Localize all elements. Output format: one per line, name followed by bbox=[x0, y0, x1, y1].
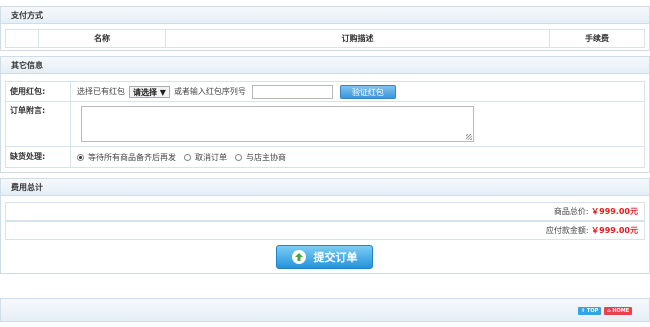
goods-total-row: 商品总价: ￥999.00元 bbox=[5, 202, 645, 221]
redpack-or-text: 或者输入红包序列号 bbox=[173, 87, 246, 96]
redpack-select[interactable]: 请选择 ▼ bbox=[129, 85, 170, 98]
shortage-label: 缺货处理: bbox=[6, 147, 71, 167]
cost-title: 费用总计 bbox=[1, 179, 649, 196]
payment-table-header: 名称 订购描述 手续费 bbox=[5, 29, 645, 48]
shortage-row: 缺货处理: 等待所有商品备齐后再发 取消订单 与店主协商 bbox=[5, 147, 645, 168]
redpack-label: 使用红包: bbox=[6, 82, 71, 101]
payment-col-fee: 手续费 bbox=[585, 34, 609, 43]
shortage-option-cancel-label: 取消订单 bbox=[195, 152, 227, 162]
order-note-row: 订单附言: bbox=[5, 102, 645, 147]
other-info-panel: 其它信息 使用红包: 选择已有红包 请选择 ▼ 或者输入红包序列号 验证红包 订… bbox=[0, 56, 650, 173]
goods-total-label: 商品总价: bbox=[553, 207, 589, 216]
order-note-label: 订单附言: bbox=[6, 102, 71, 146]
redpack-row: 使用红包: 选择已有红包 请选择 ▼ 或者输入红包序列号 验证红包 bbox=[5, 81, 645, 102]
redpack-serial-input[interactable] bbox=[251, 84, 333, 99]
payment-title: 支付方式 bbox=[1, 7, 649, 24]
home-button[interactable]: ⌂ HOME bbox=[604, 307, 633, 315]
payment-panel: 支付方式 名称 订购描述 手续费 bbox=[0, 6, 650, 51]
payment-col-description: 订购描述 bbox=[166, 30, 550, 47]
resize-grip-icon[interactable] bbox=[466, 134, 472, 140]
payable-row: 应付款金额: ￥999.00元 bbox=[5, 221, 645, 240]
radio-icon[interactable] bbox=[235, 153, 242, 161]
redpack-controls: 选择已有红包 请选择 ▼ 或者输入红包序列号 验证红包 bbox=[71, 82, 644, 101]
cost-panel: 费用总计 商品总价: ￥999.00元 应付款金额: ￥999.00元 提交订单 bbox=[0, 178, 650, 274]
submit-order-label: 提交订单 bbox=[313, 251, 358, 264]
choose-redpack-text: 选择已有红包 bbox=[77, 87, 125, 96]
shortage-option-wait[interactable]: 等待所有商品备齐后再发 bbox=[77, 152, 176, 163]
shortage-option-wait-label: 等待所有商品备齐后再发 bbox=[88, 152, 176, 162]
payable-value: ￥999.00元 bbox=[591, 226, 638, 235]
payment-col-select bbox=[6, 30, 39, 47]
payable-label: 应付款金额: bbox=[545, 226, 589, 235]
footer-bar: ⇑ TOP ⌂ HOME bbox=[0, 298, 650, 322]
submit-order-button[interactable]: 提交订单 bbox=[276, 245, 373, 269]
arrow-up-icon bbox=[291, 250, 306, 264]
shortage-option-negotiate-label: 与店主协商 bbox=[246, 152, 286, 162]
payment-col-name: 名称 bbox=[39, 30, 166, 47]
shortage-option-cancel[interactable]: 取消订单 bbox=[184, 152, 227, 163]
radio-icon[interactable] bbox=[184, 153, 191, 161]
radio-icon-checked[interactable] bbox=[77, 153, 84, 161]
shortage-options: 等待所有商品备齐后再发 取消订单 与店主协商 bbox=[71, 147, 644, 167]
other-info-title: 其它信息 bbox=[1, 57, 649, 74]
order-note-textarea[interactable] bbox=[81, 106, 474, 142]
back-to-top-button[interactable]: ⇑ TOP bbox=[578, 307, 602, 315]
verify-redpack-button[interactable]: 验证红包 bbox=[339, 84, 396, 99]
shortage-option-negotiate[interactable]: 与店主协商 bbox=[235, 152, 286, 163]
goods-total-value: ￥999.00元 bbox=[591, 207, 638, 216]
